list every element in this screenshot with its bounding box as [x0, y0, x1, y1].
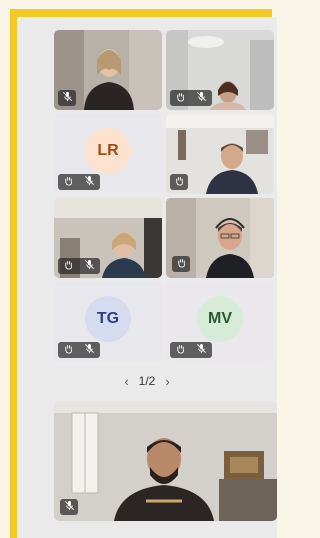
raise-hand-icon	[175, 341, 186, 359]
raise-hand-icon	[63, 173, 74, 191]
mic-off-icon	[84, 173, 95, 191]
mic-off-icon	[84, 257, 95, 275]
avatar: MV	[197, 296, 243, 342]
self-video	[54, 401, 277, 521]
gallery-pager: ‹ 1/2 ›	[17, 373, 277, 389]
raise-hand-icon	[174, 173, 185, 191]
raise-hand-icon	[63, 341, 74, 359]
tile-controls	[58, 174, 100, 190]
avatar: LR	[85, 128, 131, 174]
mic-off-icon	[62, 89, 73, 107]
tile-controls	[58, 258, 100, 274]
tile-controls	[58, 342, 100, 358]
tile-controls	[170, 342, 212, 358]
tile-controls	[60, 499, 78, 515]
mic-off-icon	[84, 341, 95, 359]
avatar-initials: LR	[97, 142, 119, 159]
tile-controls	[170, 174, 188, 190]
next-page-button[interactable]: ›	[165, 375, 169, 388]
participant-tile-6[interactable]	[166, 198, 274, 278]
avatar-initials: TG	[96, 310, 120, 327]
participant-tile-5[interactable]	[54, 198, 162, 278]
avatar-initials: MV	[208, 310, 232, 327]
page-indicator: 1/2	[138, 374, 156, 388]
avatar: TG	[85, 296, 131, 342]
self-view-tile[interactable]	[54, 401, 277, 521]
participant-tile-7[interactable]: TG	[54, 282, 162, 362]
meeting-gallery: LR TG MV ‹ 1/2 ›	[17, 17, 277, 538]
raise-hand-icon	[175, 89, 186, 107]
tile-controls	[58, 90, 76, 106]
raise-hand-icon	[176, 255, 187, 273]
previous-page-button[interactable]: ‹	[124, 375, 128, 388]
tile-controls	[172, 256, 190, 272]
participant-tile-8[interactable]: MV	[166, 282, 274, 362]
mic-off-icon	[196, 341, 207, 359]
raise-hand-icon	[63, 257, 74, 275]
participant-tile-3[interactable]: LR	[54, 114, 162, 194]
mic-off-icon	[196, 89, 207, 107]
mic-off-icon	[64, 498, 75, 516]
participant-tile-4[interactable]	[166, 114, 274, 194]
tile-controls	[170, 90, 212, 106]
participant-tile-2[interactable]	[166, 30, 274, 110]
participant-tile-1[interactable]	[54, 30, 162, 110]
